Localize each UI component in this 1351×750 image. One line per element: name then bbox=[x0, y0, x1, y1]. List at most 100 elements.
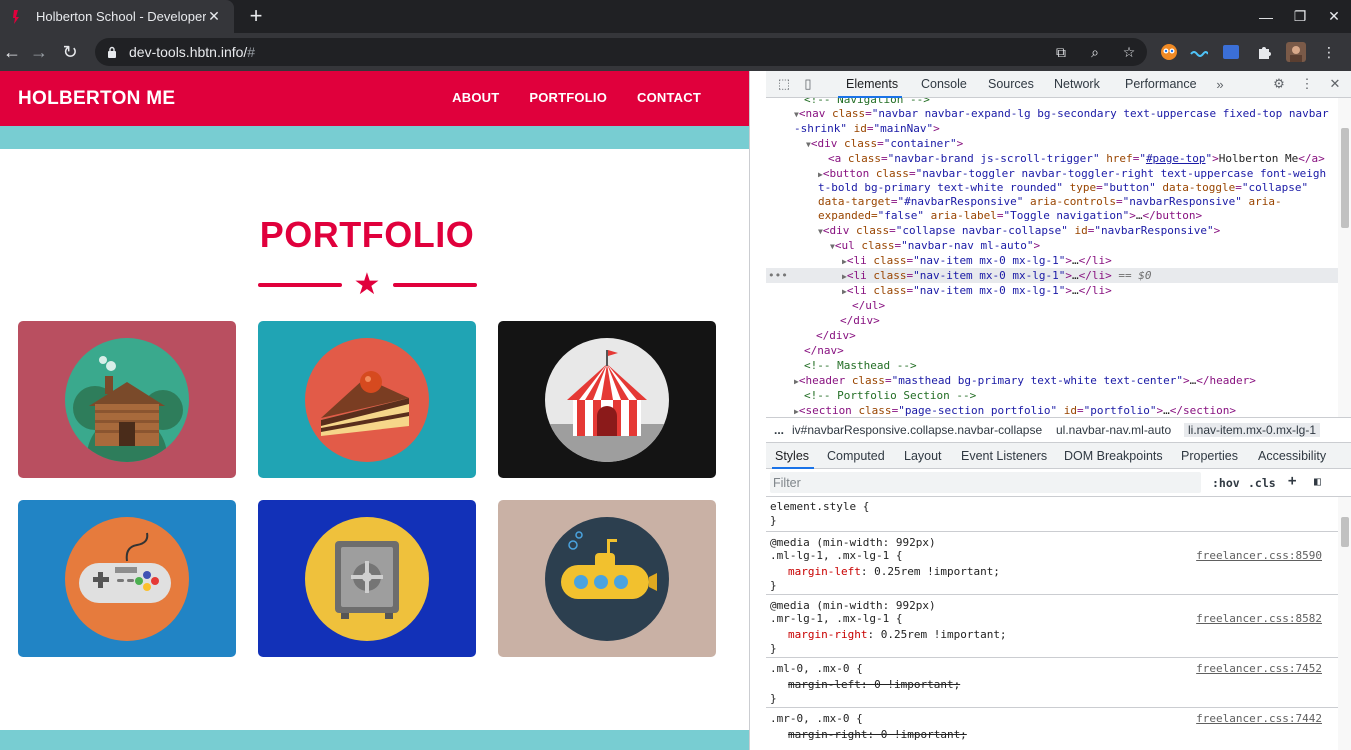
breadcrumb-item-selected[interactable]: li.nav-item.mx-0.mx-lg-1 bbox=[1184, 423, 1321, 437]
browser-menu-icon[interactable]: ⋮ bbox=[1318, 41, 1340, 63]
portfolio-card-game-controller[interactable] bbox=[18, 500, 236, 657]
filter-input[interactable] bbox=[770, 472, 1201, 493]
rule-divider bbox=[766, 594, 1338, 595]
dom-node-collapse[interactable]: ▼<div class="collapse navbar-collapse" i… bbox=[766, 223, 1338, 238]
inspect-element-icon[interactable]: ⬚ bbox=[776, 76, 792, 92]
dom-node-li-selected[interactable]: ••• ▶<li class="nav-item mx-0 mx-lg-1">…<… bbox=[766, 268, 1338, 283]
maximize-icon[interactable]: ❐ bbox=[1283, 0, 1317, 33]
lock-icon[interactable] bbox=[105, 46, 119, 58]
zoom-icon[interactable]: ⌕ bbox=[1085, 42, 1105, 62]
portfolio-card-cake[interactable] bbox=[258, 321, 476, 478]
css-selector[interactable]: .mr-lg-1, .mx-lg-1 { bbox=[770, 612, 902, 625]
css-property-overridden[interactable]: margin-left: 0 !important; bbox=[788, 678, 960, 691]
extension-wave-icon[interactable] bbox=[1188, 41, 1210, 63]
browser-tab[interactable]: Holberton School - Developer ✕ bbox=[0, 0, 234, 33]
dom-node-nav[interactable]: ▼<nav class="navbar navbar-expand-lg bg-… bbox=[766, 106, 1338, 121]
tab-sources[interactable]: Sources bbox=[988, 77, 1034, 91]
dom-node-button-cont2[interactable]: data-target="#navbarResponsive" aria-con… bbox=[766, 194, 1338, 209]
css-property[interactable]: margin-right: 0.25rem !important; bbox=[788, 628, 1007, 641]
dom-comment[interactable]: <!-- Masthead --> bbox=[766, 358, 1338, 373]
hov-toggle[interactable]: :hov bbox=[1212, 476, 1240, 490]
tab-elements[interactable]: Elements bbox=[846, 77, 898, 91]
subtab-accessibility[interactable]: Accessibility bbox=[1258, 449, 1326, 463]
portfolio-card-circus[interactable] bbox=[498, 321, 716, 478]
dom-node-li[interactable]: ▶<li class="nav-item mx-0 mx-lg-1">…</li… bbox=[766, 283, 1338, 298]
subtab-styles[interactable]: Styles bbox=[775, 449, 809, 463]
filter-placeholder: Filter bbox=[773, 476, 801, 490]
subtab-computed[interactable]: Computed bbox=[827, 449, 885, 463]
dom-link[interactable]: #page-top bbox=[1146, 152, 1206, 165]
dom-node-brand[interactable]: <a class="navbar-brand js-scroll-trigger… bbox=[766, 151, 1338, 166]
dom-tag: nav bbox=[805, 107, 826, 120]
css-selector[interactable]: .mr-0, .mx-0 { bbox=[770, 712, 863, 725]
dom-node-section[interactable]: ▶<section class="page-section portfolio"… bbox=[766, 403, 1338, 417]
dom-close-div[interactable]: </div> bbox=[766, 328, 1338, 343]
dom-node-container[interactable]: ▼<div class="container"> bbox=[766, 136, 1338, 151]
back-icon[interactable]: ← bbox=[0, 40, 24, 64]
nav-link-about[interactable]: ABOUT bbox=[452, 90, 499, 105]
tab-console[interactable]: Console bbox=[921, 77, 967, 91]
close-window-icon[interactable]: ✕ bbox=[1317, 0, 1351, 33]
elements-scrollbar-thumb[interactable] bbox=[1341, 128, 1349, 228]
css-source-link[interactable]: freelancer.css:8582 bbox=[1196, 612, 1322, 625]
toggle-sidebar-icon[interactable]: ◧ bbox=[1314, 474, 1321, 488]
avatar[interactable] bbox=[1285, 41, 1307, 63]
device-toolbar-icon[interactable]: ▯ bbox=[800, 76, 816, 92]
css-selector[interactable]: .ml-0, .mx-0 { bbox=[770, 662, 863, 675]
portfolio-card-safe[interactable] bbox=[258, 500, 476, 657]
styles-scrollbar-thumb[interactable] bbox=[1341, 517, 1349, 547]
dom-close-ul[interactable]: </ul> bbox=[766, 298, 1338, 313]
dom-node-li[interactable]: ▶<li class="nav-item mx-0 mx-lg-1">…</li… bbox=[766, 253, 1338, 268]
devtools-menu-icon[interactable]: ⋮ bbox=[1299, 76, 1315, 92]
dom-close-div[interactable]: </div> bbox=[766, 313, 1338, 328]
css-property-overridden[interactable]: margin-right: 0 !important; bbox=[788, 728, 967, 741]
new-tab-button[interactable]: + bbox=[245, 5, 267, 27]
breadcrumb-more[interactable]: ... bbox=[774, 423, 784, 437]
settings-gear-icon[interactable]: ⚙ bbox=[1271, 76, 1287, 92]
subtab-layout[interactable]: Layout bbox=[904, 449, 942, 463]
css-property[interactable]: margin-left: 0.25rem !important; bbox=[788, 565, 1000, 578]
portfolio-card-submarine[interactable] bbox=[498, 500, 716, 657]
bookmark-star-icon[interactable]: ☆ bbox=[1119, 42, 1139, 62]
close-tab-icon[interactable]: ✕ bbox=[206, 8, 222, 25]
new-rule-icon[interactable]: + bbox=[1288, 473, 1296, 489]
dom-node-ul[interactable]: ▼<ul class="navbar-nav ml-auto"> bbox=[766, 238, 1338, 253]
translate-icon[interactable]: ⧉ bbox=[1051, 42, 1071, 62]
breadcrumb-item[interactable]: ul.navbar-nav.ml-auto bbox=[1056, 423, 1171, 437]
breadcrumb-item[interactable]: iv#navbarResponsive.collapse.navbar-coll… bbox=[792, 423, 1042, 437]
close-devtools-icon[interactable]: ✕ bbox=[1327, 76, 1343, 92]
subtab-dom-breakpoints[interactable]: DOM Breakpoints bbox=[1064, 449, 1163, 463]
address-bar[interactable]: dev-tools.hbtn.info/# ⧉ ⌕ ☆ bbox=[95, 38, 1147, 66]
subtab-properties[interactable]: Properties bbox=[1181, 449, 1238, 463]
dom-node-header[interactable]: ▶<header class="masthead bg-primary text… bbox=[766, 373, 1338, 388]
extension-owl-icon[interactable] bbox=[1158, 41, 1180, 63]
nav-link-contact[interactable]: CONTACT bbox=[637, 90, 701, 105]
subtab-event-listeners[interactable]: Event Listeners bbox=[961, 449, 1047, 463]
css-source-link[interactable]: freelancer.css:7452 bbox=[1196, 662, 1322, 675]
tab-performance[interactable]: Performance bbox=[1125, 77, 1197, 91]
tab-network[interactable]: Network bbox=[1054, 77, 1100, 91]
extensions-puzzle-icon[interactable] bbox=[1253, 41, 1275, 63]
styles-scrollbar[interactable] bbox=[1338, 497, 1351, 750]
css-source-link[interactable]: freelancer.css:8590 bbox=[1196, 549, 1322, 562]
minimize-icon[interactable]: — bbox=[1249, 0, 1283, 33]
forward-icon[interactable]: → bbox=[27, 40, 51, 64]
portfolio-card-cabin[interactable] bbox=[18, 321, 236, 478]
css-selector[interactable]: .ml-lg-1, .mx-lg-1 { bbox=[770, 549, 902, 562]
dom-close-nav[interactable]: </nav> bbox=[766, 343, 1338, 358]
more-tabs-icon[interactable]: » bbox=[1212, 76, 1228, 92]
site-navbar: HOLBERTON ME ABOUT PORTFOLIO CONTACT bbox=[0, 71, 749, 126]
site-brand[interactable]: HOLBERTON ME bbox=[18, 88, 175, 110]
dom-node-button-cont3[interactable]: expanded="false" aria-label="Toggle navi… bbox=[766, 208, 1338, 223]
elements-scrollbar[interactable] bbox=[1338, 98, 1351, 417]
reload-icon[interactable]: ↻ bbox=[58, 40, 82, 64]
dom-node-nav-cont[interactable]: -shrink" id="mainNav"> bbox=[766, 121, 1338, 136]
dom-node-button[interactable]: ▶<button class="navbar-toggler navbar-to… bbox=[766, 166, 1338, 181]
css-source-link[interactable]: freelancer.css:7442 bbox=[1196, 712, 1322, 725]
extension-square-icon[interactable] bbox=[1220, 41, 1242, 63]
dom-comment[interactable]: <!-- Portfolio Section --> bbox=[766, 388, 1338, 403]
nav-link-portfolio[interactable]: PORTFOLIO bbox=[529, 90, 607, 105]
element-style-rule[interactable]: element.style { bbox=[770, 500, 869, 513]
dom-node-button-cont[interactable]: t-bold bg-primary text-white rounded" ty… bbox=[766, 180, 1338, 195]
cls-toggle[interactable]: .cls bbox=[1248, 476, 1276, 490]
